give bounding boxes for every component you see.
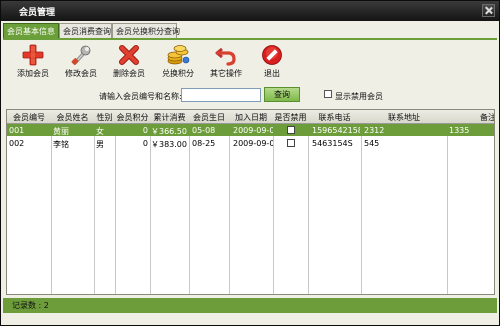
- cell-address: 545: [364, 139, 380, 148]
- coins-icon: [167, 45, 190, 65]
- delete-member-button[interactable]: 删除会员: [107, 44, 151, 84]
- cell-note: 1335: [449, 126, 470, 135]
- cell-birthday: 08-25: [192, 139, 216, 148]
- cell-points: 0: [142, 139, 148, 148]
- search-row: 请输入会员编号和名称: 查询 显示禁用会员: [1, 87, 499, 105]
- column-header[interactable]: 累计消费: [150, 112, 189, 123]
- undo-arrow-icon: [215, 47, 236, 66]
- column-header[interactable]: 性别: [94, 112, 115, 123]
- cell-member-name: 李铭: [53, 140, 69, 149]
- exit-button[interactable]: 退出: [250, 44, 294, 84]
- window-title: 会员管理: [19, 8, 56, 18]
- column-header[interactable]: 会员积分: [115, 112, 150, 123]
- other-operations-button[interactable]: 其它操作: [204, 44, 248, 84]
- tab-member-consumption-query[interactable]: 会员消费查询: [59, 23, 112, 38]
- column-header[interactable]: 备注: [447, 112, 494, 123]
- edit-member-label: 修改会员: [65, 69, 97, 78]
- add-member-label: 添加会员: [17, 69, 49, 78]
- member-table: 会员编号 会员姓名 性别 会员积分 累计消费 会员生日 加入日期 是否禁用 联系…: [6, 109, 495, 295]
- delete-member-label: 删除会员: [113, 69, 145, 78]
- column-header[interactable]: 会员生日: [189, 112, 229, 123]
- tab-member-points-exchange-query[interactable]: 会员兑换积分查询: [112, 23, 180, 38]
- tab-member-basic-info[interactable]: 会员基本信息: [3, 23, 59, 39]
- wrench-icon: [71, 45, 91, 65]
- search-label: 请输入会员编号和名称:: [99, 92, 182, 101]
- tab-underline: [3, 38, 497, 40]
- title-bar[interactable]: 会员管理: [1, 1, 499, 21]
- cell-disabled-checkbox[interactable]: [287, 126, 295, 134]
- cell-member-id: 002: [9, 139, 25, 148]
- other-operations-label: 其它操作: [210, 69, 242, 78]
- close-icon[interactable]: [482, 4, 495, 17]
- cell-total-consumption: ￥383.00: [151, 140, 187, 149]
- search-input[interactable]: [181, 88, 261, 102]
- table-row[interactable]: 002 李铭 男 0 ￥383.00 08-25 2009-09-04 5463…: [7, 137, 494, 149]
- delete-x-icon: [119, 45, 139, 65]
- cell-join-date: 2009-09-04: [233, 126, 273, 135]
- show-disabled-members-label: 显示禁用会员: [335, 92, 383, 101]
- member-management-window: 会员管理 会员基本信息 会员消费查询 会员兑换积分查询 添加会员 修改会员 删除…: [0, 0, 500, 326]
- cell-member-id: 001: [9, 126, 25, 135]
- plus-icon: [22, 44, 44, 66]
- cell-total-consumption: ￥366.50: [151, 127, 187, 136]
- stop-icon: [262, 45, 282, 65]
- exchange-points-label: 兑换积分: [162, 69, 194, 78]
- cell-join-date: 2009-09-04: [233, 139, 273, 148]
- cell-disabled-checkbox[interactable]: [287, 139, 295, 147]
- exit-label: 退出: [264, 69, 280, 78]
- column-header[interactable]: 会员编号: [7, 112, 51, 123]
- cell-phone: 15965421587: [312, 126, 360, 135]
- cell-gender: 女: [96, 127, 104, 136]
- exchange-points-button[interactable]: 兑换积分: [156, 44, 200, 84]
- cell-gender: 男: [96, 140, 104, 149]
- cell-birthday: 05-08: [192, 126, 216, 135]
- column-header[interactable]: 联系地址: [361, 112, 447, 123]
- cell-member-name: 黄丽: [53, 127, 69, 136]
- column-header[interactable]: 加入日期: [229, 112, 273, 123]
- column-header[interactable]: 会员姓名: [51, 112, 94, 123]
- column-header[interactable]: 是否禁用: [273, 112, 308, 123]
- edit-member-button[interactable]: 修改会员: [59, 44, 103, 84]
- add-member-button[interactable]: 添加会员: [11, 44, 55, 84]
- record-count: 记录数 : 2: [12, 301, 49, 310]
- cell-phone: 5463154S: [312, 139, 353, 148]
- status-bar: 记录数 : 2: [3, 298, 497, 313]
- cell-points: 0: [142, 126, 148, 135]
- show-disabled-members-checkbox[interactable]: [324, 90, 332, 98]
- column-header[interactable]: 联系电话: [308, 112, 361, 123]
- table-header: 会员编号 会员姓名 性别 会员积分 累计消费 会员生日 加入日期 是否禁用 联系…: [7, 110, 494, 124]
- query-button[interactable]: 查询: [264, 87, 300, 102]
- cell-address: 2312: [364, 126, 385, 135]
- toolbar: 添加会员 修改会员 删除会员 兑换积分 其它操作 退出: [3, 41, 497, 83]
- table-row[interactable]: 001 黄丽 女 0 ￥366.50 05-08 2009-09-04 1596…: [7, 124, 494, 136]
